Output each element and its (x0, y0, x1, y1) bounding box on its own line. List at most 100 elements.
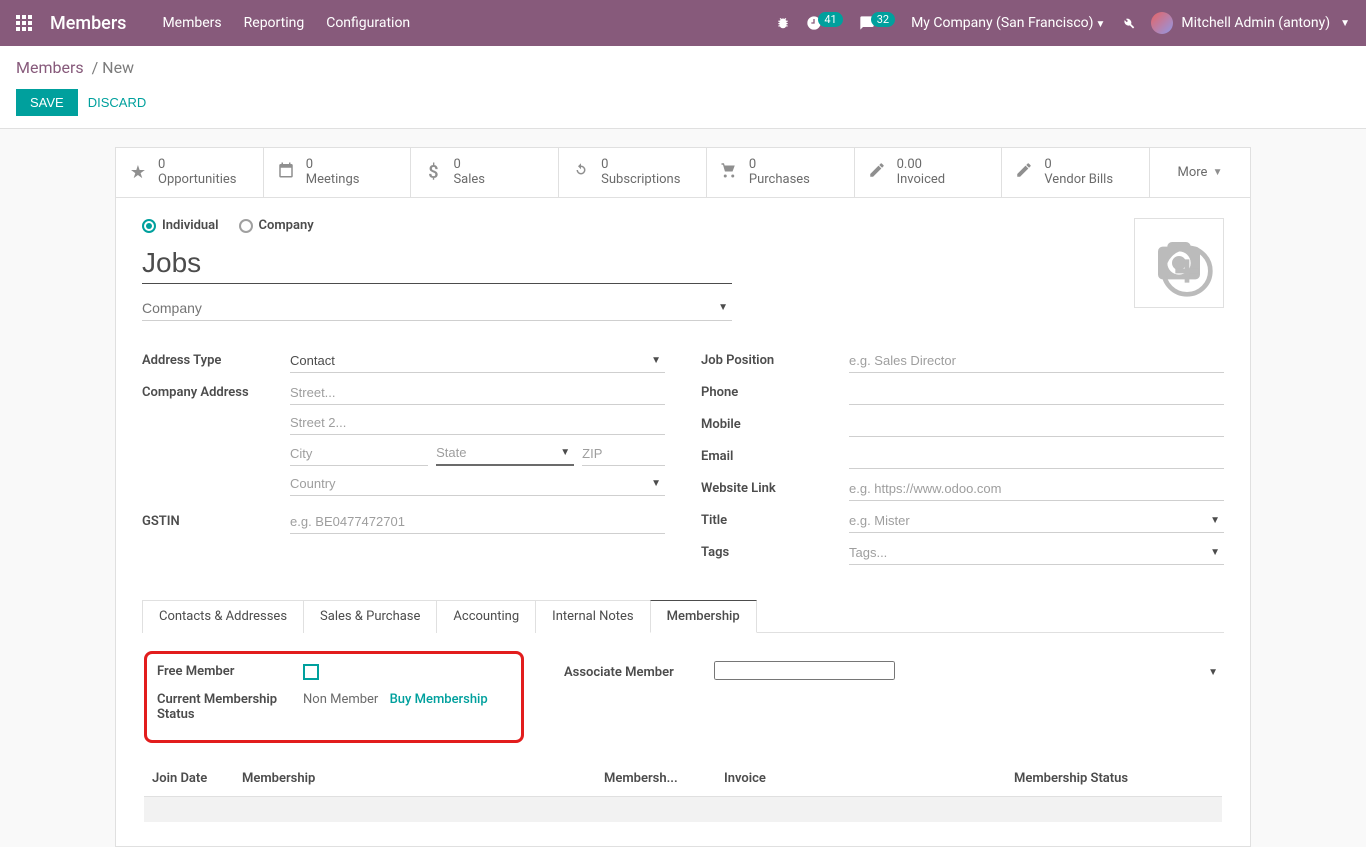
nav-reporting[interactable]: Reporting (244, 15, 305, 31)
save-button[interactable]: SAVE (16, 89, 78, 116)
job-position-input[interactable] (849, 349, 1224, 373)
mobile-input[interactable] (849, 413, 1224, 437)
control-panel: Members / New SAVE DISCARD (0, 46, 1366, 129)
tab-internal-notes[interactable]: Internal Notes (535, 600, 650, 633)
email-input[interactable] (849, 445, 1224, 469)
membership-table-body (144, 796, 1222, 822)
stat-sales[interactable]: $ 0Sales (411, 148, 559, 197)
title-label: Title (701, 509, 849, 528)
chevron-down-icon[interactable]: ▼ (1210, 515, 1220, 526)
star-icon: ★ (128, 162, 148, 183)
tab-contacts[interactable]: Contacts & Addresses (142, 600, 304, 633)
associate-member-select[interactable] (714, 661, 895, 680)
tags-input[interactable] (849, 541, 1224, 565)
radio-company[interactable]: Company (239, 218, 314, 233)
current-status-label: Current Membership Status (157, 692, 303, 722)
free-member-checkbox[interactable] (303, 664, 319, 680)
left-column: Address Type ▼ Company Address (142, 349, 665, 573)
chevron-down-icon[interactable]: ▼ (1208, 667, 1218, 678)
activities-icon[interactable]: 41 (806, 15, 842, 31)
membership-table-header: Join Date Membership Membersh... Invoice… (144, 761, 1222, 796)
col-membership-status: Membership Status (1014, 771, 1214, 786)
associate-member-label: Associate Member (564, 661, 714, 680)
app-brand: Members (50, 13, 126, 34)
edit-icon (867, 161, 887, 184)
chevron-down-icon[interactable]: ▼ (718, 302, 728, 313)
website-input[interactable] (849, 477, 1224, 501)
tab-pane-membership: Free Member Current Membership Status No… (142, 633, 1224, 826)
email-label: Email (701, 445, 849, 464)
gstin-input[interactable] (290, 510, 665, 534)
chevron-down-icon[interactable]: ▼ (560, 447, 570, 458)
breadcrumb-root[interactable]: Members (16, 58, 84, 77)
user-menu[interactable]: Mitchell Admin (antony)▼ (1151, 12, 1350, 34)
right-column: Job Position Phone Mobile Email Website … (701, 349, 1224, 573)
mobile-label: Mobile (701, 413, 849, 432)
tab-accounting[interactable]: Accounting (436, 600, 536, 633)
cart-icon (719, 161, 739, 184)
company-select[interactable] (142, 296, 732, 321)
breadcrumb-current: New (102, 58, 134, 77)
apps-icon[interactable] (16, 15, 32, 31)
stat-invoiced[interactable]: 0.00Invoiced (855, 148, 1003, 197)
street-input[interactable] (290, 381, 665, 405)
image-upload[interactable] (1134, 218, 1224, 308)
messages-count: 32 (871, 12, 895, 27)
website-label: Website Link (701, 477, 849, 496)
current-status-value: Non Member (303, 692, 378, 707)
stat-meetings[interactable]: 0Meetings (264, 148, 412, 197)
calendar-icon (276, 161, 296, 184)
phone-input[interactable] (849, 381, 1224, 405)
gstin-label: GSTIN (142, 510, 290, 529)
chevron-down-icon[interactable]: ▼ (651, 478, 661, 489)
stat-purchases[interactable]: 0Purchases (707, 148, 855, 197)
tab-sales-purchase[interactable]: Sales & Purchase (303, 600, 437, 633)
stat-subscriptions[interactable]: 0Subscriptions (559, 148, 707, 197)
membership-highlight-box: Free Member Current Membership Status No… (144, 651, 524, 743)
tab-membership[interactable]: Membership (650, 600, 757, 633)
nav-links: Members Reporting Configuration (162, 15, 776, 31)
name-input[interactable] (142, 243, 732, 284)
stat-opportunities[interactable]: ★ 0Opportunities (116, 148, 264, 197)
tabs: Contacts & Addresses Sales & Purchase Ac… (142, 599, 1224, 633)
address-type-select[interactable] (290, 349, 665, 373)
discard-button[interactable]: DISCARD (88, 95, 147, 110)
nav-configuration[interactable]: Configuration (326, 15, 410, 31)
tags-label: Tags (701, 541, 849, 560)
chevron-down-icon[interactable]: ▼ (651, 355, 661, 366)
nav-members[interactable]: Members (162, 15, 221, 31)
zip-input[interactable] (582, 441, 665, 466)
job-position-label: Job Position (701, 349, 849, 368)
refresh-icon (571, 161, 591, 184)
bug-icon[interactable] (776, 16, 790, 30)
radio-unchecked-icon (239, 219, 253, 233)
tools-icon[interactable] (1121, 16, 1135, 30)
avatar (1151, 12, 1173, 34)
col-membership: Membership (242, 771, 604, 786)
breadcrumb: Members / New (16, 58, 1350, 77)
company-type-radiogroup: Individual Company (142, 218, 1114, 233)
col-join-date: Join Date (152, 771, 242, 786)
messages-icon[interactable]: 32 (859, 15, 895, 31)
city-input[interactable] (290, 441, 428, 466)
company-switcher[interactable]: My Company (San Francisco)▼ (911, 15, 1105, 31)
add-circle-icon (1159, 243, 1215, 299)
company-address-label: Company Address (142, 381, 290, 400)
radio-checked-icon (142, 219, 156, 233)
radio-individual[interactable]: Individual (142, 218, 219, 233)
title-select[interactable] (849, 509, 1224, 533)
activities-count: 41 (818, 12, 842, 27)
col-membership-fee: Membersh... (604, 771, 724, 786)
topnav-right: 41 32 My Company (San Francisco)▼ Mitche… (776, 12, 1350, 34)
phone-label: Phone (701, 381, 849, 400)
dollar-icon: $ (423, 162, 443, 183)
topnav: Members Members Reporting Configuration … (0, 0, 1366, 46)
buy-membership-button[interactable]: Buy Membership (390, 692, 488, 707)
state-select[interactable] (436, 441, 574, 466)
col-invoice: Invoice (724, 771, 1014, 786)
stat-more[interactable]: More ▼ (1150, 148, 1250, 197)
stat-vendor-bills[interactable]: 0Vendor Bills (1002, 148, 1150, 197)
street2-input[interactable] (290, 411, 665, 435)
chevron-down-icon[interactable]: ▼ (1210, 547, 1220, 558)
country-select[interactable] (290, 472, 665, 496)
